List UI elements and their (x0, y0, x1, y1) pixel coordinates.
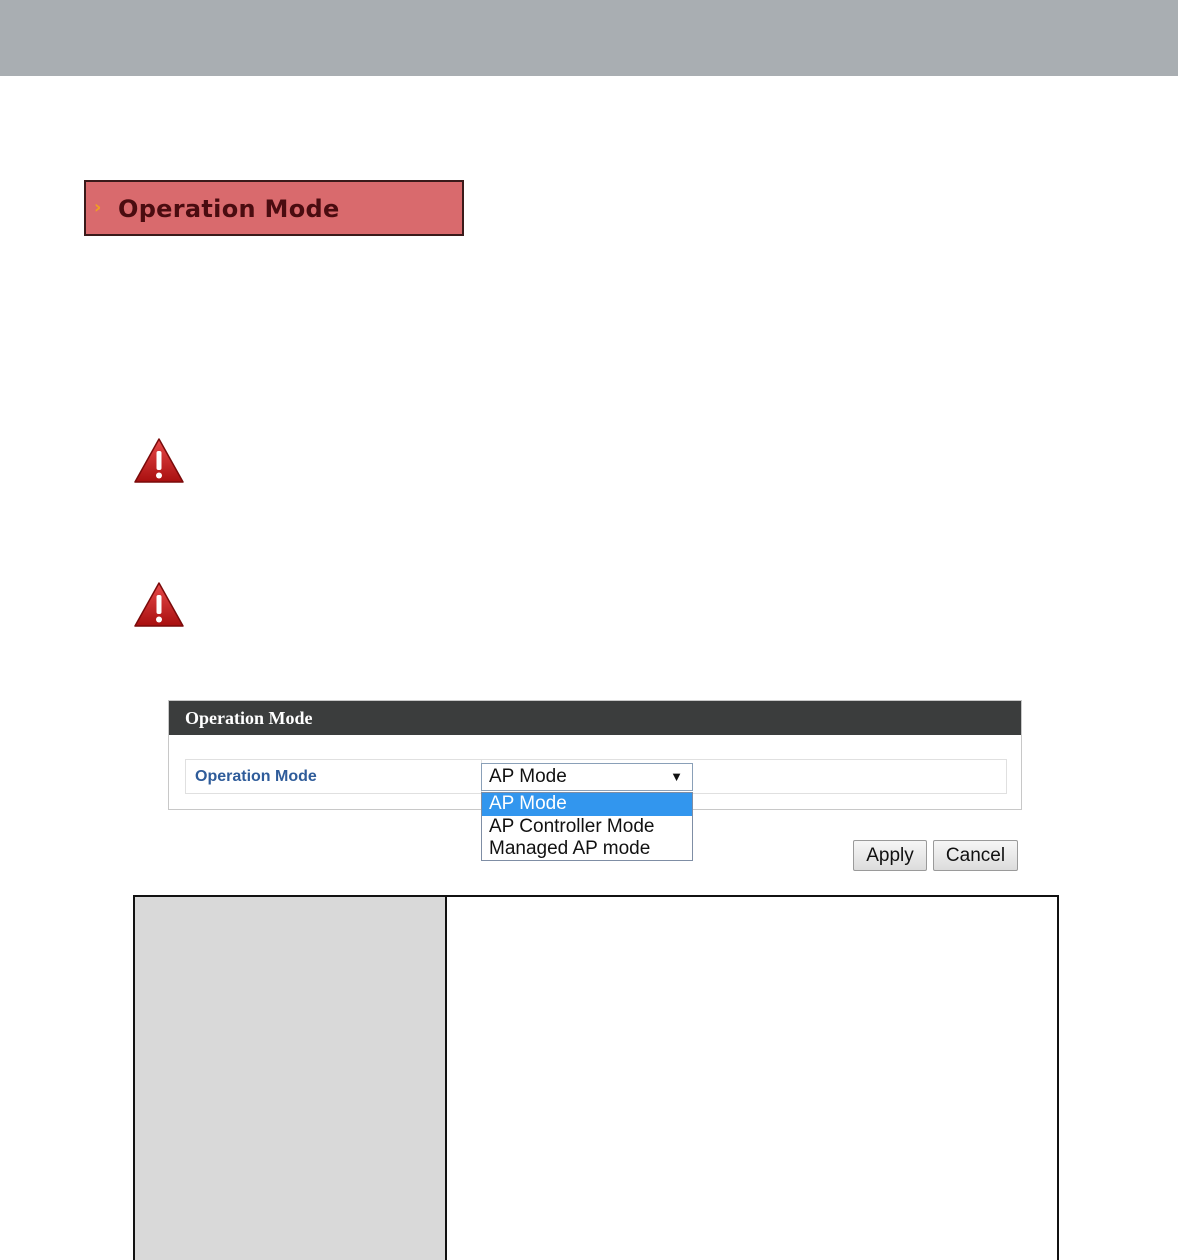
table-description-cell (447, 897, 1057, 1260)
section-banner: › Operation Mode (84, 180, 464, 236)
warning-triangle-icon (133, 436, 185, 486)
top-band (0, 0, 1178, 76)
option-managed-ap-mode[interactable]: Managed AP mode (482, 838, 692, 861)
description-table (133, 895, 1059, 1260)
operation-mode-dropdown-list: AP Mode AP Controller Mode Managed AP mo… (481, 792, 693, 861)
select-value: AP Mode (489, 766, 567, 787)
cancel-button[interactable]: Cancel (933, 840, 1018, 871)
warning-triangle-icon (133, 580, 185, 630)
apply-button[interactable]: Apply (853, 840, 927, 871)
panel-header: Operation Mode (169, 701, 1021, 735)
operation-mode-select[interactable]: AP Mode ▼ (481, 763, 693, 791)
section-title: Operation Mode (118, 195, 340, 223)
table-label-cell (135, 897, 447, 1260)
chevron-right-icon: › (94, 197, 102, 218)
dropdown-arrow-icon[interactable]: ▼ (670, 764, 683, 790)
option-ap-controller-mode[interactable]: AP Controller Mode (482, 816, 692, 839)
operation-mode-label: Operation Mode (186, 760, 482, 793)
option-ap-mode[interactable]: AP Mode (482, 793, 692, 816)
